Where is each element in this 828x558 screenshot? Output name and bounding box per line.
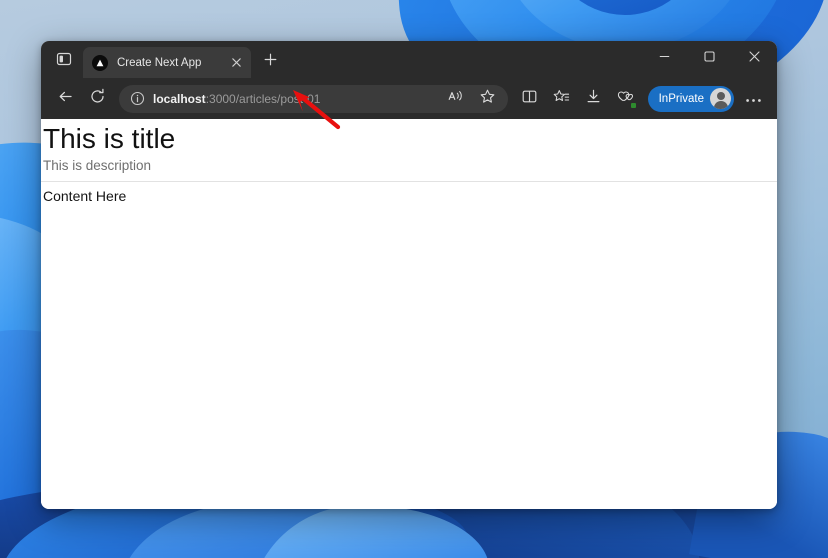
wallpaper-ribbon-bottom-5 [247,500,493,558]
browser-essentials-button[interactable] [612,85,640,113]
tab-close-button[interactable] [227,54,245,72]
refresh-button[interactable] [83,85,111,113]
tab-actions-button[interactable] [47,47,81,75]
split-screen-button[interactable] [516,85,544,113]
desktop: Create Next App localhost:3000/articles/… [0,0,828,558]
maximize-icon [704,49,715,67]
page-body-text: Content Here [43,188,127,205]
star-outline-icon [479,88,496,110]
close-window-button[interactable] [732,41,777,74]
essentials-status-dot [630,102,636,108]
profile-avatar-icon[interactable] [710,88,731,109]
plus-icon [264,53,277,71]
maximize-button[interactable] [687,41,732,74]
read-aloud-icon [447,88,464,110]
minimize-icon [659,49,670,67]
downloads-button[interactable] [580,85,608,113]
page-description: This is description [43,158,152,174]
browser-window: Create Next App localhost:3000/articles/… [41,41,777,509]
url-path: :3000/articles/post-01 [205,91,321,106]
address-bar[interactable]: localhost:3000/articles/post-01 [119,84,508,113]
split-screen-icon [521,88,538,110]
back-arrow-icon [57,88,74,110]
back-button[interactable] [51,85,79,113]
nextjs-triangle-favicon [92,54,108,71]
close-icon [749,49,760,67]
refresh-icon [89,88,106,110]
url-host: localhost [153,91,206,106]
inprivate-label: InPrivate [658,92,704,105]
browser-toolbar: localhost:3000/articles/post-01 InPrivat… [41,78,777,119]
wallpaper-ribbon-top-4 [545,0,705,15]
article-container: This is title This is description Conten… [41,119,777,204]
new-tab-button[interactable] [257,49,283,75]
add-favorite-button[interactable] [474,85,502,113]
browser-tab[interactable]: Create Next App [83,47,251,78]
page-title: This is title [43,123,176,154]
settings-and-more-button[interactable] [739,85,767,113]
download-icon [585,88,602,110]
page-content: This is title This is description Conten… [41,119,777,509]
info-circle-icon[interactable] [127,89,147,109]
minimize-button[interactable] [642,41,687,74]
collections-icon [553,88,570,110]
collections-button[interactable] [548,85,576,113]
url-text[interactable]: localhost:3000/articles/post-01 [153,92,440,106]
window-controls [642,41,777,74]
tab-title: Create Next App [117,56,202,69]
tab-actions-icon [56,51,72,72]
read-aloud-button[interactable] [442,85,470,113]
browser-titlebar: Create Next App [41,41,777,78]
more-options-icon [745,90,762,108]
inprivate-badge[interactable]: InPrivate [647,85,734,112]
